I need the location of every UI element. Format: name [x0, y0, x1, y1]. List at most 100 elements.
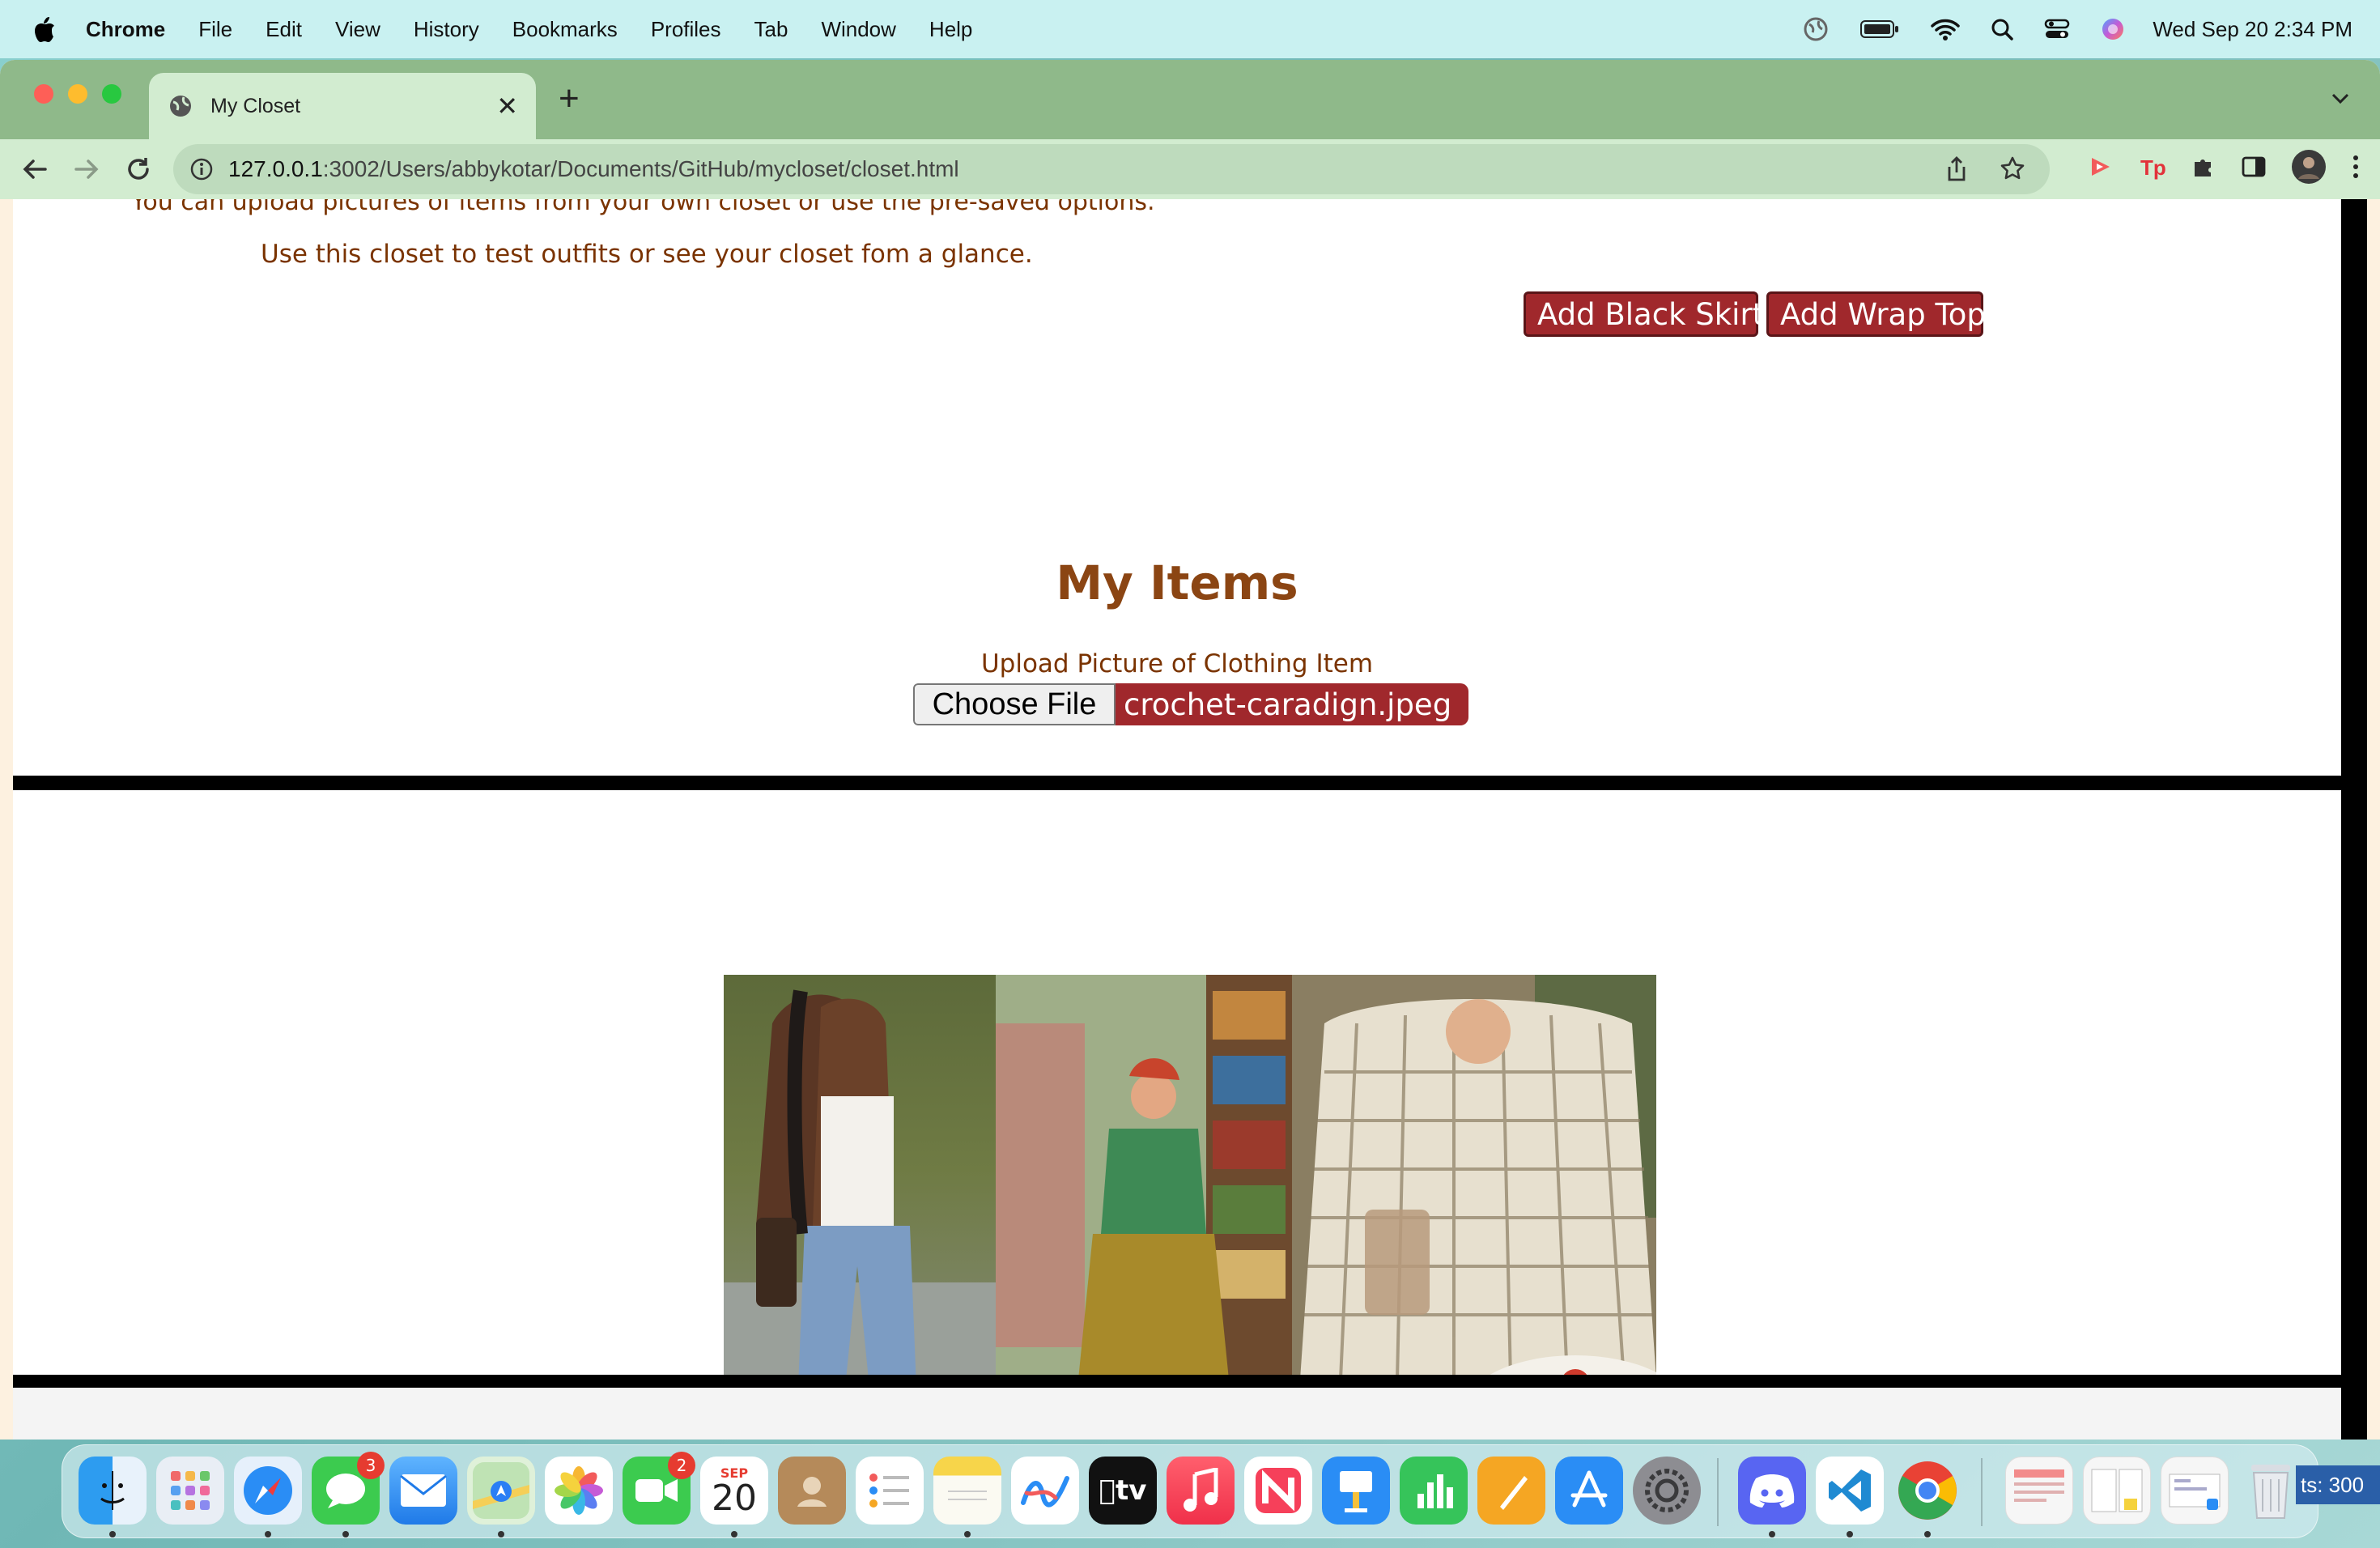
dock-separator [1981, 1458, 1983, 1526]
file-upload-input[interactable]: Choose File crochet-caradign.jpeg [913, 683, 1468, 725]
maps-icon[interactable] [467, 1457, 535, 1525]
screen-recorder-extension-icon[interactable] [2087, 153, 2114, 181]
safari-running-dot [265, 1531, 271, 1537]
freeform-icon[interactable] [1011, 1457, 1079, 1525]
window-controls [34, 84, 121, 104]
menu-view[interactable]: View [335, 17, 380, 42]
svg-text:Tp: Tp [2140, 155, 2166, 180]
recent-document-thumbnail[interactable] [2005, 1457, 2073, 1525]
outfit-photo-collage [724, 975, 1656, 1440]
bookmark-star-icon[interactable] [2000, 155, 2025, 181]
recent-document-thumbnail[interactable] [2083, 1457, 2151, 1525]
tab-strip: My Closet ✕ + [0, 60, 2380, 139]
choose-file-button[interactable]: Choose File [913, 683, 1116, 725]
crochet-top-photo [1292, 975, 1656, 1440]
contacts-icon[interactable] [778, 1457, 846, 1525]
chrome-window: My Closet ✕ + 127.0.0.1:3002/Users/abbyk… [0, 60, 2380, 1440]
add-wrap-top-button[interactable]: Add Wrap Top [1766, 291, 1986, 337]
settings-icon[interactable] [1633, 1457, 1701, 1525]
closet-intro-panel: You can upload pictures of items from yo… [13, 199, 2341, 776]
menu-window[interactable]: Window [821, 17, 895, 42]
tab-my-closet[interactable]: My Closet ✕ [149, 73, 536, 139]
mail-icon[interactable] [389, 1457, 457, 1525]
messages-icon[interactable]: 3 [312, 1452, 385, 1525]
share-icon[interactable] [1944, 155, 1969, 183]
tab-title: My Closet [210, 94, 301, 117]
numbers-icon[interactable] [1400, 1457, 1468, 1525]
calendar-icon[interactable]: SEP 20 [700, 1457, 768, 1525]
tv-icon-label:  [1099, 1474, 1116, 1507]
menu-file[interactable]: File [198, 17, 232, 42]
macos-dock: 3 2 SEP 20 tv [62, 1444, 2318, 1538]
intro-text-upload: You can upload pictures of items from yo… [131, 199, 1155, 216]
safari-icon[interactable] [234, 1457, 302, 1525]
site-info-icon[interactable] [189, 157, 214, 181]
dock-separator [1717, 1458, 1719, 1526]
menu-help[interactable]: Help [929, 17, 972, 42]
profile-avatar[interactable] [2291, 149, 2327, 185]
back-arrow-icon[interactable] [19, 154, 50, 185]
my-items-heading: My Items [1056, 555, 1298, 610]
background-window-edge-text: ts: 300 [2296, 1465, 2380, 1504]
battery-icon[interactable] [1859, 19, 1900, 40]
finder-running-dot [109, 1531, 116, 1537]
music-icon[interactable] [1167, 1457, 1235, 1525]
url-path: :3002/Users/abbykotar/Documents/GitHub/m… [322, 156, 959, 181]
vscode-running-dot [1847, 1531, 1853, 1537]
tv-label: tv [1107, 1474, 1146, 1507]
facetime-icon[interactable]: 2 [623, 1452, 695, 1525]
macos-menu-bar: Chrome File Edit View History Bookmarks … [0, 0, 2380, 58]
reload-icon[interactable] [123, 154, 154, 185]
browser-menu-kebab-icon[interactable] [2351, 153, 2361, 181]
side-panel-icon[interactable] [2241, 154, 2267, 180]
control-center-icon[interactable] [2044, 18, 2070, 40]
tv-icon[interactable]: tv [1089, 1457, 1157, 1525]
finder-icon[interactable] [79, 1457, 147, 1525]
notes-icon[interactable] [933, 1457, 1001, 1525]
globe-icon[interactable] [1803, 16, 1829, 42]
menubar-clock[interactable]: Wed Sep 20 2:34 PM [2153, 17, 2352, 42]
recent-document-thumbnail[interactable] [2161, 1457, 2229, 1525]
vscode-icon[interactable] [1816, 1457, 1884, 1525]
discord-icon[interactable] [1738, 1457, 1806, 1525]
wifi-icon[interactable] [1931, 18, 1961, 40]
menu-app-name[interactable]: Chrome [86, 17, 165, 42]
next-section-panel [13, 1388, 2341, 1440]
globe-icon [170, 96, 191, 117]
calendar-day: 20 [712, 1477, 757, 1519]
discord-running-dot [1769, 1531, 1775, 1537]
address-bar[interactable]: 127.0.0.1:3002/Users/abbykotar/Documents… [173, 144, 2050, 194]
app-store-icon[interactable] [1555, 1457, 1623, 1525]
url-host: 127.0.0.1 [228, 156, 323, 181]
menu-edit[interactable]: Edit [266, 17, 302, 42]
menu-profiles[interactable]: Profiles [651, 17, 721, 42]
tab-search-chevron-icon[interactable] [2328, 86, 2352, 110]
minimize-window-button[interactable] [68, 84, 87, 104]
facetime-badge: 2 [668, 1452, 695, 1479]
spotlight-icon[interactable] [1991, 18, 2014, 40]
siri-icon[interactable] [2101, 17, 2125, 41]
menu-bookmarks[interactable]: Bookmarks [512, 17, 618, 42]
close-window-button[interactable] [34, 84, 53, 104]
menu-history[interactable]: History [414, 17, 479, 42]
menu-tab[interactable]: Tab [754, 17, 788, 42]
new-tab-button[interactable]: + [559, 81, 580, 117]
keynote-icon[interactable] [1322, 1457, 1390, 1525]
tab-close-icon[interactable]: ✕ [496, 91, 518, 121]
photos-icon[interactable] [545, 1457, 613, 1525]
zoom-window-button[interactable] [102, 84, 121, 104]
apple-menu-icon[interactable] [32, 15, 57, 43]
teleparty-extension-icon[interactable]: Tp [2139, 153, 2166, 181]
add-black-skirt-button[interactable]: Add Black Skirt [1524, 291, 1764, 337]
extensions-puzzle-icon[interactable] [2191, 154, 2216, 180]
maps-running-dot [498, 1531, 504, 1537]
address-bar-actions [1944, 155, 2025, 183]
pages-icon[interactable] [1477, 1457, 1545, 1525]
forward-arrow-icon[interactable] [71, 154, 102, 185]
news-icon[interactable] [1244, 1457, 1312, 1525]
launchpad-icon[interactable] [156, 1457, 224, 1525]
chrome-icon[interactable] [1893, 1457, 1961, 1525]
selected-file-name: crochet-caradign.jpeg [1116, 683, 1468, 725]
reminders-icon[interactable] [856, 1457, 924, 1525]
trash-icon[interactable] [2237, 1457, 2305, 1525]
